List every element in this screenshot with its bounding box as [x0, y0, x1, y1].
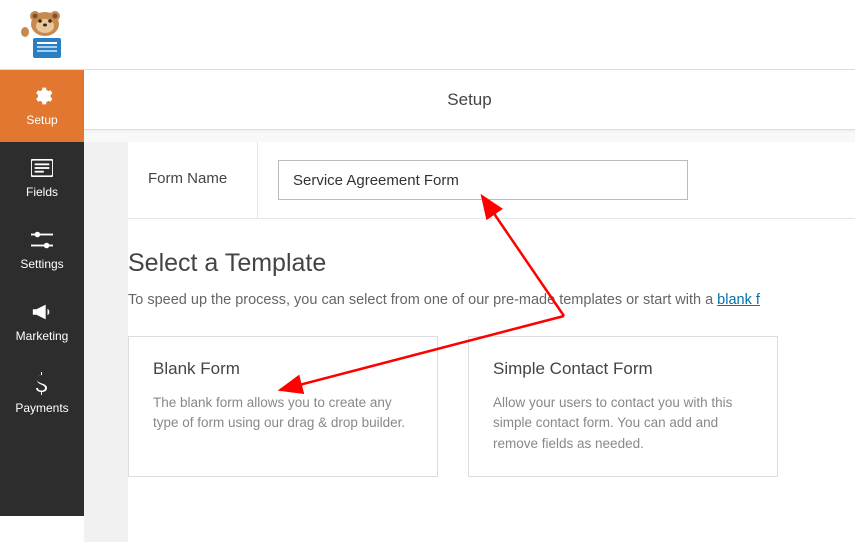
template-card-title: Simple Contact Form: [493, 359, 753, 379]
sliders-icon: [31, 229, 53, 251]
gear-icon: [31, 85, 53, 107]
logo: [15, 10, 65, 60]
template-heading: Select a Template: [128, 249, 855, 278]
dollar-icon: [31, 373, 53, 395]
sidebar-item-marketing[interactable]: Marketing: [0, 286, 84, 358]
sidebar-item-setup[interactable]: Setup: [0, 70, 84, 142]
sidebar-item-label: Settings: [20, 257, 63, 271]
main-container: Setup Fields Settings Marketing Payments: [0, 70, 855, 516]
template-cards: Blank Form The blank form allows you to …: [128, 336, 855, 477]
sidebar-item-payments[interactable]: Payments: [0, 358, 84, 430]
form-panel: Form Name Select a Template To speed up …: [128, 142, 855, 542]
sidebar-item-label: Marketing: [16, 329, 69, 343]
megaphone-icon: [31, 301, 53, 323]
sidebar-item-label: Fields: [26, 185, 58, 199]
content-body: Form Name Select a Template To speed up …: [84, 142, 855, 542]
template-card-simple-contact[interactable]: Simple Contact Form Allow your users to …: [468, 336, 778, 477]
form-name-label: Form Name: [128, 142, 258, 218]
template-description: To speed up the process, you can select …: [128, 292, 855, 308]
sidebar-item-label: Payments: [15, 401, 68, 415]
content-area: Setup Form Name Select a Template To spe…: [84, 70, 855, 516]
template-card-desc: Allow your users to contact you with thi…: [493, 393, 753, 454]
form-name-row: Form Name: [128, 142, 855, 219]
tab-header: Setup: [84, 70, 855, 130]
blank-form-link[interactable]: blank f: [717, 292, 760, 308]
bear-logo-icon: [15, 10, 65, 60]
template-card-title: Blank Form: [153, 359, 413, 379]
form-name-input[interactable]: [278, 160, 688, 200]
sidebar-item-label: Setup: [26, 113, 57, 127]
header-bar: [0, 0, 855, 70]
template-card-desc: The blank form allows you to create any …: [153, 393, 413, 434]
form-name-input-cell: [258, 142, 855, 218]
list-icon: [31, 157, 53, 179]
template-section: Select a Template To speed up the proces…: [128, 219, 855, 477]
sidebar-item-settings[interactable]: Settings: [0, 214, 84, 286]
sidebar-item-fields[interactable]: Fields: [0, 142, 84, 214]
template-card-blank[interactable]: Blank Form The blank form allows you to …: [128, 336, 438, 477]
template-desc-text: To speed up the process, you can select …: [128, 292, 717, 308]
sidebar: Setup Fields Settings Marketing Payments: [0, 70, 84, 516]
page-title: Setup: [447, 90, 491, 110]
